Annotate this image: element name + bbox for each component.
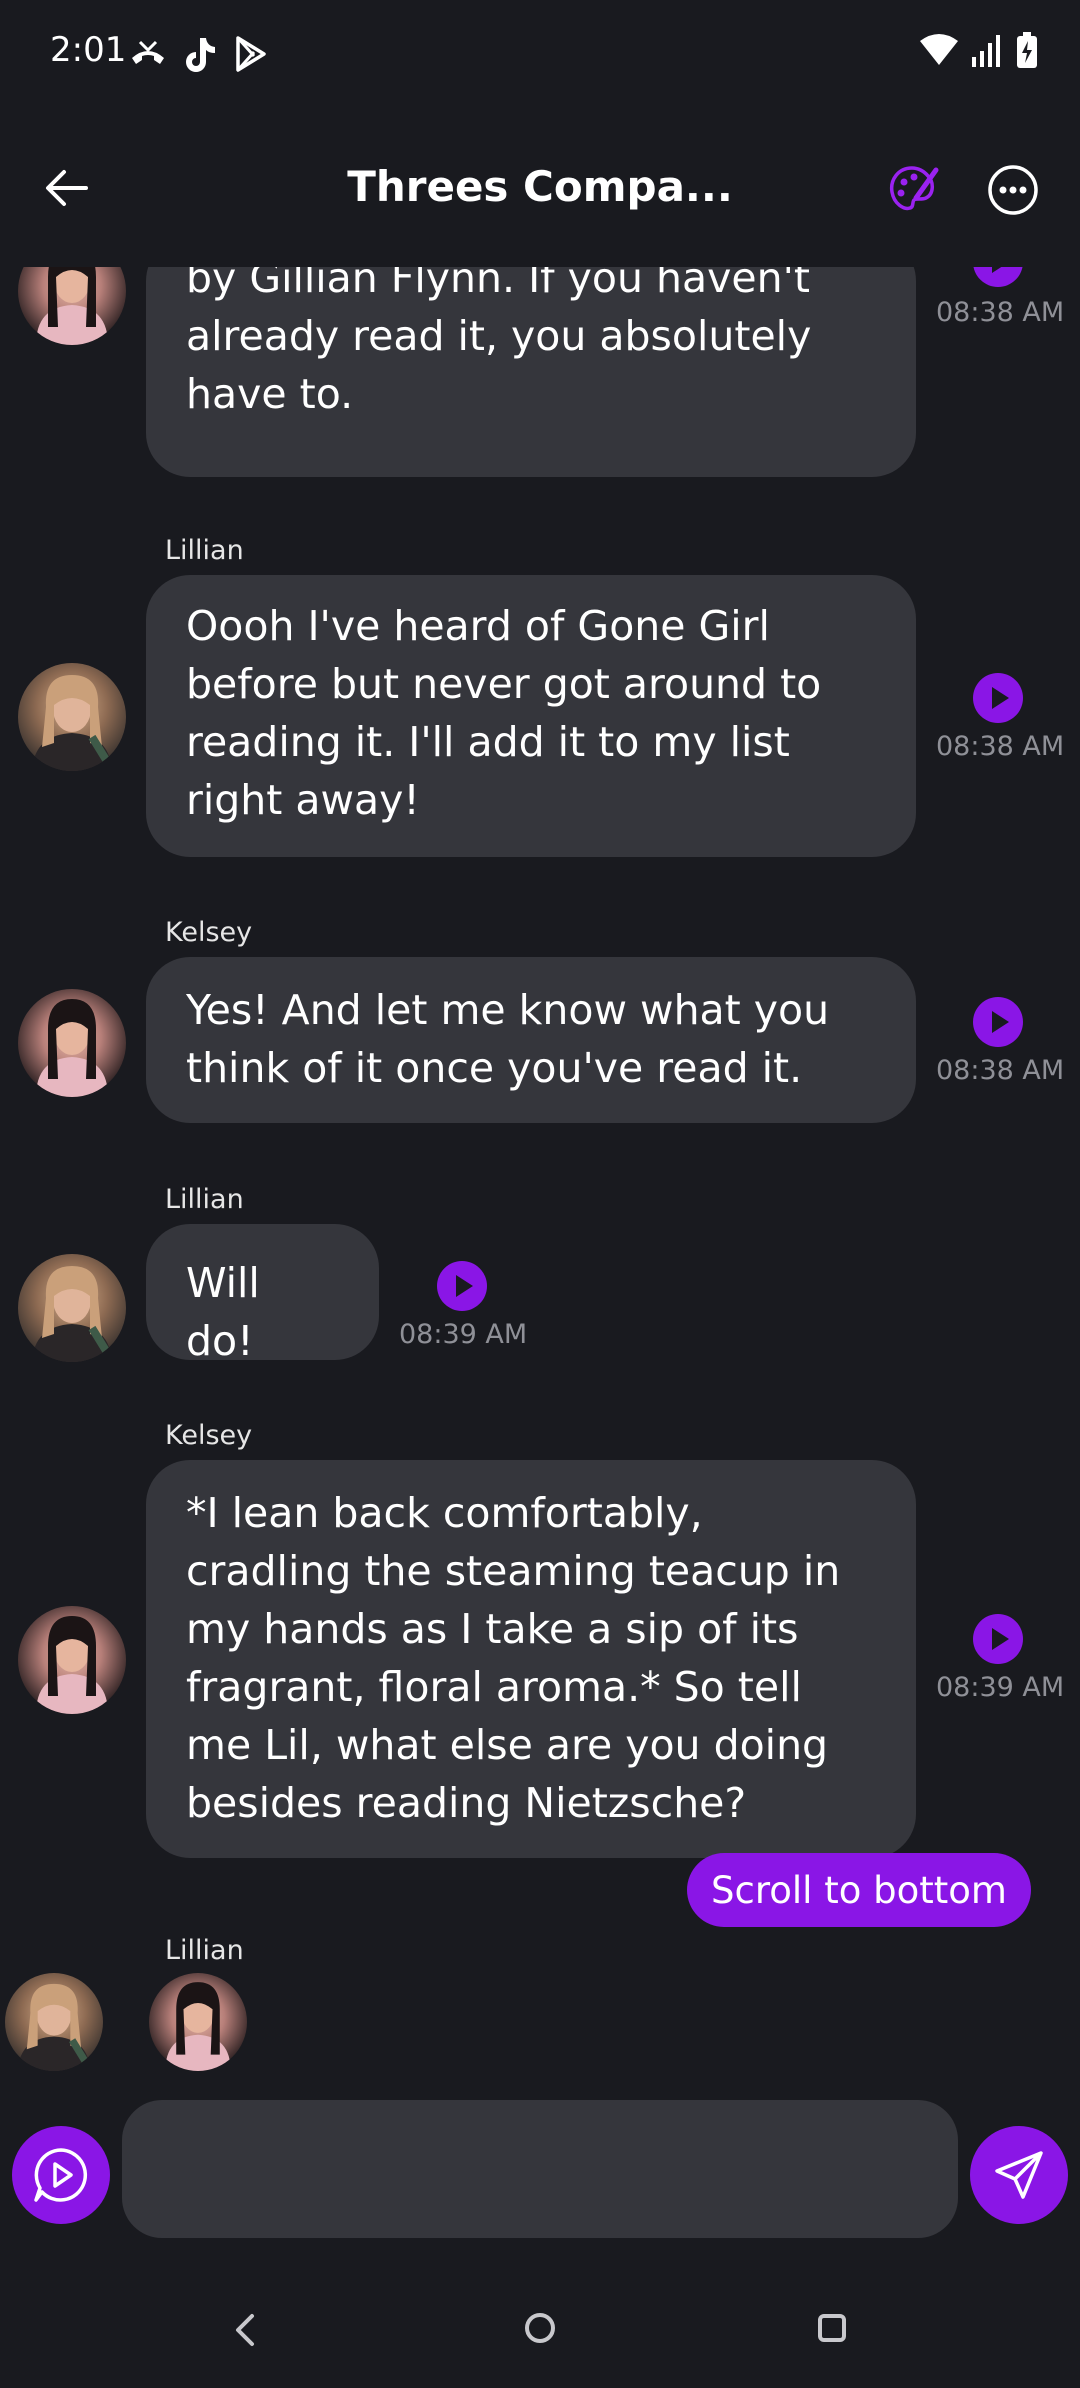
status-icons-right (920, 32, 1038, 68)
more-options-button[interactable] (985, 162, 1041, 218)
avatar-image (18, 1606, 126, 1714)
status-bar: 2:01 (0, 0, 1080, 110)
message-timestamp: 08:38 AM (936, 731, 1065, 762)
avatar-lillian[interactable] (18, 663, 126, 771)
avatar-kelsey[interactable] (18, 1606, 126, 1714)
message-timestamp: 08:38 AM (936, 1055, 1065, 1086)
message-item: Kelsey *I lean back comfortably, cradlin… (0, 1420, 1080, 1860)
typing-sender: Lillian (165, 1935, 244, 1966)
message-composer (0, 2098, 1080, 2238)
play-audio-button[interactable] (973, 267, 1023, 287)
theme-button[interactable] (886, 162, 942, 218)
status-icons-left (128, 34, 268, 74)
message-timestamp: 08:38 AM (936, 297, 1065, 328)
message-list[interactable]: by Gillian Flynn. If you haven't already… (0, 267, 1080, 2077)
play-audio-icon (437, 1261, 487, 1311)
message-text: Yes! And let me know what you think of i… (186, 986, 830, 1092)
signal-icon (972, 35, 1000, 67)
message-bubble[interactable]: by Gillian Flynn. If you haven't already… (146, 267, 916, 477)
message-item: Lillian Will do! 08:39 AM (0, 1184, 1080, 1365)
message-text: Oooh I've heard of Gone Girl before but … (186, 602, 822, 824)
avatar-image (5, 1973, 103, 2071)
send-icon (995, 2151, 1043, 2199)
message-bubble[interactable]: *I lean back comfortably, cradling the s… (146, 1460, 916, 1858)
message-text: by Gillian Flynn. If you haven't already… (186, 267, 812, 418)
message-text: Will do! (186, 1259, 260, 1365)
message-timestamp: 08:39 AM (399, 1319, 528, 1350)
nav-recents-button[interactable] (814, 2310, 850, 2350)
play-store-icon (236, 36, 266, 72)
avatar-kelsey[interactable] (18, 989, 126, 1097)
play-audio-button[interactable] (973, 1614, 1023, 1664)
nav-home-icon (525, 2313, 555, 2343)
palette-icon (889, 166, 939, 211)
wifi-icon (920, 34, 958, 65)
voice-button[interactable] (12, 2126, 110, 2224)
message-sender: Kelsey (165, 917, 253, 948)
play-audio-button[interactable] (973, 997, 1023, 1047)
more-options-icon (988, 165, 1038, 215)
message-sender: Lillian (165, 535, 244, 566)
system-navigation-bar (0, 2280, 1080, 2388)
play-audio-icon (973, 673, 1023, 723)
play-audio-icon (973, 997, 1023, 1047)
nav-back-button[interactable] (228, 2310, 260, 2354)
missed-call-icon (132, 40, 164, 64)
message-bubble[interactable]: Yes! And let me know what you think of i… (146, 957, 916, 1123)
nav-back-icon (236, 2314, 254, 2346)
message-text: *I lean back comfortably, cradling the s… (186, 1489, 841, 1827)
scroll-to-bottom-button[interactable]: Scroll to bottom (687, 1853, 1031, 1927)
message-timestamp: 08:39 AM (936, 1672, 1065, 1703)
nav-recents-icon (818, 2314, 846, 2342)
avatar-kelsey[interactable] (18, 267, 126, 345)
message-bubble[interactable]: Oooh I've heard of Gone Girl before but … (146, 575, 916, 857)
message-item: Kelsey Yes! And let me know what you thi… (0, 917, 1080, 1127)
avatar-image (18, 989, 126, 1097)
tiktok-icon (186, 38, 215, 72)
typing-indicator: Lillian (0, 1935, 1080, 2075)
avatar-image (18, 663, 126, 771)
message-item: by Gillian Flynn. If you haven't already… (0, 267, 1080, 477)
message-item: Lillian Oooh I've heard of Gone Girl bef… (0, 535, 1080, 857)
battery-charging-icon (1017, 32, 1037, 68)
send-button[interactable] (970, 2126, 1068, 2224)
avatar-image (18, 267, 126, 345)
avatar-image (18, 1254, 126, 1362)
message-bubble[interactable]: Will do! (146, 1224, 379, 1365)
message-sender: Kelsey (165, 1420, 253, 1451)
avatar-lillian[interactable] (18, 1254, 126, 1362)
play-audio-button[interactable] (973, 673, 1023, 723)
voice-play-icon (34, 2148, 88, 2202)
message-sender: Lillian (165, 1184, 244, 1215)
avatar-kelsey[interactable] (149, 1973, 247, 2071)
avatar-lillian[interactable] (5, 1973, 103, 2071)
status-time: 2:01 (50, 30, 127, 70)
avatar-image (149, 1973, 247, 2071)
play-audio-icon (973, 1614, 1023, 1664)
play-audio-button[interactable] (437, 1261, 487, 1311)
message-input[interactable] (122, 2100, 958, 2238)
chat-header: Threes Compa... (0, 140, 1080, 240)
nav-home-button[interactable] (520, 2308, 560, 2352)
play-audio-icon (973, 267, 1023, 287)
